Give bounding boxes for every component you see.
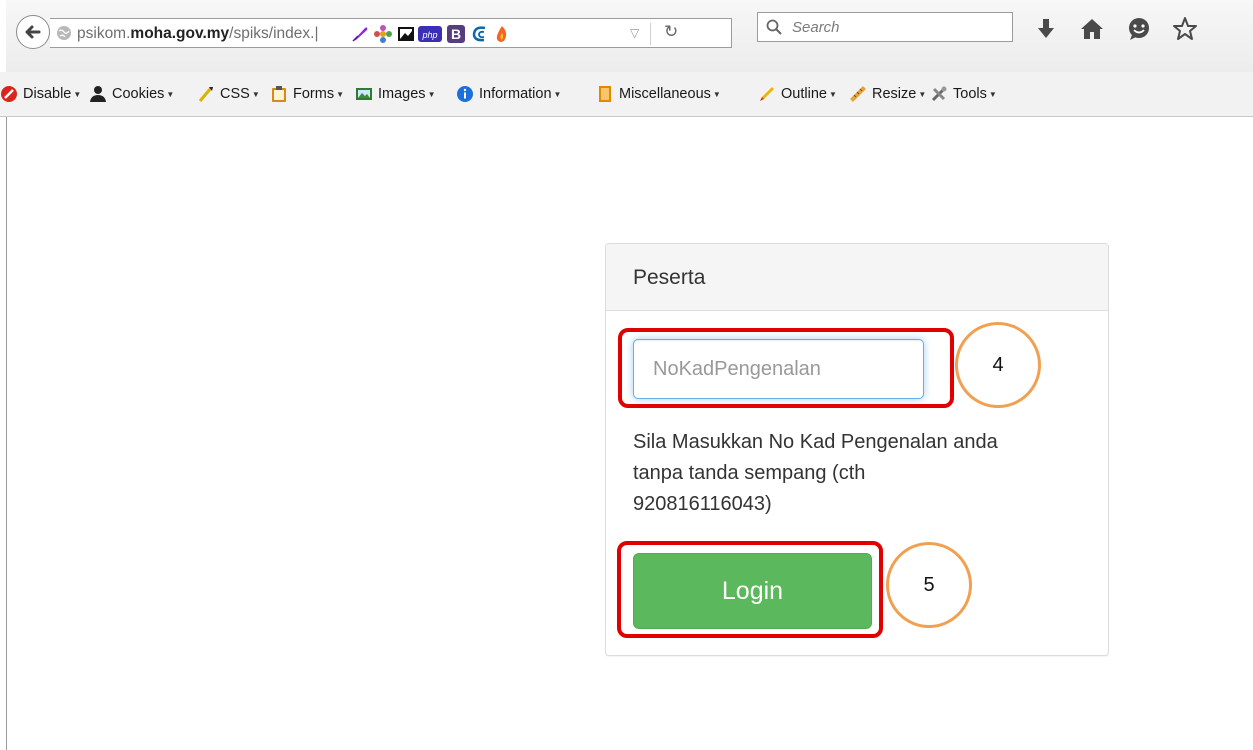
devbar-item-outline[interactable]: Outline ▼ [758, 72, 837, 116]
devbar-item-tools[interactable]: Tools ▼ [930, 72, 997, 116]
help-text-line: 920816116043) [633, 493, 772, 515]
caret-down-icon: ▼ [918, 89, 927, 99]
svg-text:php: php [421, 30, 437, 40]
caret-down-icon: ▼ [988, 89, 997, 99]
devbar-item-css[interactable]: CSS ▼ [197, 72, 260, 116]
login-highlight-box [617, 541, 883, 638]
back-button[interactable] [16, 15, 50, 49]
panel-heading: Peserta [606, 244, 1108, 311]
css-icon [198, 87, 213, 102]
devbar-item-forms[interactable]: Forms ▼ [270, 72, 344, 116]
jquery-icon[interactable] [469, 24, 489, 44]
url-separator [650, 23, 651, 45]
url-dropdown-icon[interactable]: ▽ [630, 26, 639, 40]
chat-icon[interactable] [1126, 16, 1152, 42]
help-text-line: tanpa tanda sempang (cth [633, 462, 866, 484]
help-text-line: Sila Masukkan No Kad Pengenalan anda [633, 431, 998, 453]
caret-down-icon: ▼ [427, 89, 436, 99]
home-icon[interactable] [1079, 16, 1105, 42]
caret-down-icon: ▼ [828, 89, 837, 99]
caret-down-icon: ▼ [336, 89, 345, 99]
devbar-item-images[interactable]: Images ▼ [355, 72, 435, 116]
devbar-item-resize[interactable]: Resize ▼ [849, 72, 926, 116]
svg-text:B: B [451, 26, 461, 42]
help-text: Sila Masukkan No Kad Pengenalan anda tan… [633, 427, 1093, 520]
devbar-item-information[interactable]: Information ▼ [456, 72, 561, 116]
information-icon [457, 86, 473, 102]
forms-icon [272, 86, 286, 102]
step-4-marker: 4 [955, 322, 1041, 408]
caret-down-icon: ▼ [251, 89, 260, 99]
devbar-item-cookies[interactable]: Cookies ▼ [89, 72, 174, 116]
firebug-icon[interactable] [492, 24, 512, 44]
step-5-marker: 5 [886, 542, 972, 628]
back-arrow-icon [25, 25, 41, 39]
input-highlight-box [618, 328, 954, 408]
url-bar[interactable]: psikom.moha.gov.my/spiks/index.| php B ▽… [50, 18, 732, 48]
search-icon [766, 19, 782, 35]
feather-icon[interactable] [350, 24, 370, 44]
outline-icon [760, 87, 774, 101]
cookies-icon [90, 86, 106, 102]
web-developer-toolbar: Disable ▼ Cookies ▼ CSS ▼ Forms ▼ Images ▼ In… [0, 72, 1253, 117]
puzzle-addon-icon[interactable] [373, 24, 393, 44]
devbar-item-miscellaneous[interactable]: Miscellaneous ▼ [596, 72, 721, 116]
caret-down-icon: ▼ [166, 89, 175, 99]
php-icon[interactable]: php [418, 24, 442, 44]
screenshot-addon-icon[interactable] [396, 24, 416, 44]
url-text[interactable]: psikom.moha.gov.my/spiks/index.| [77, 24, 343, 44]
search-placeholder: Search [792, 19, 840, 36]
resize-icon [850, 86, 866, 102]
bootstrap-icon[interactable]: B [446, 24, 466, 44]
download-icon[interactable] [1033, 16, 1059, 42]
miscellaneous-icon [599, 86, 611, 102]
caret-down-icon: ▼ [712, 89, 721, 99]
bookmark-star-icon[interactable] [1172, 16, 1198, 42]
caret-down-icon: ▼ [73, 89, 82, 99]
tools-icon [931, 86, 947, 102]
images-icon [356, 88, 372, 100]
caret-down-icon: ▼ [553, 89, 562, 99]
globe-icon [57, 26, 71, 40]
disable-icon [1, 86, 17, 102]
devbar-item-disable[interactable]: Disable ▼ [0, 72, 81, 116]
search-box[interactable]: Search [757, 12, 1013, 42]
navigation-toolbar: psikom.moha.gov.my/spiks/index.| php B ▽… [6, 0, 1253, 72]
reload-icon[interactable]: ↻ [664, 22, 678, 42]
